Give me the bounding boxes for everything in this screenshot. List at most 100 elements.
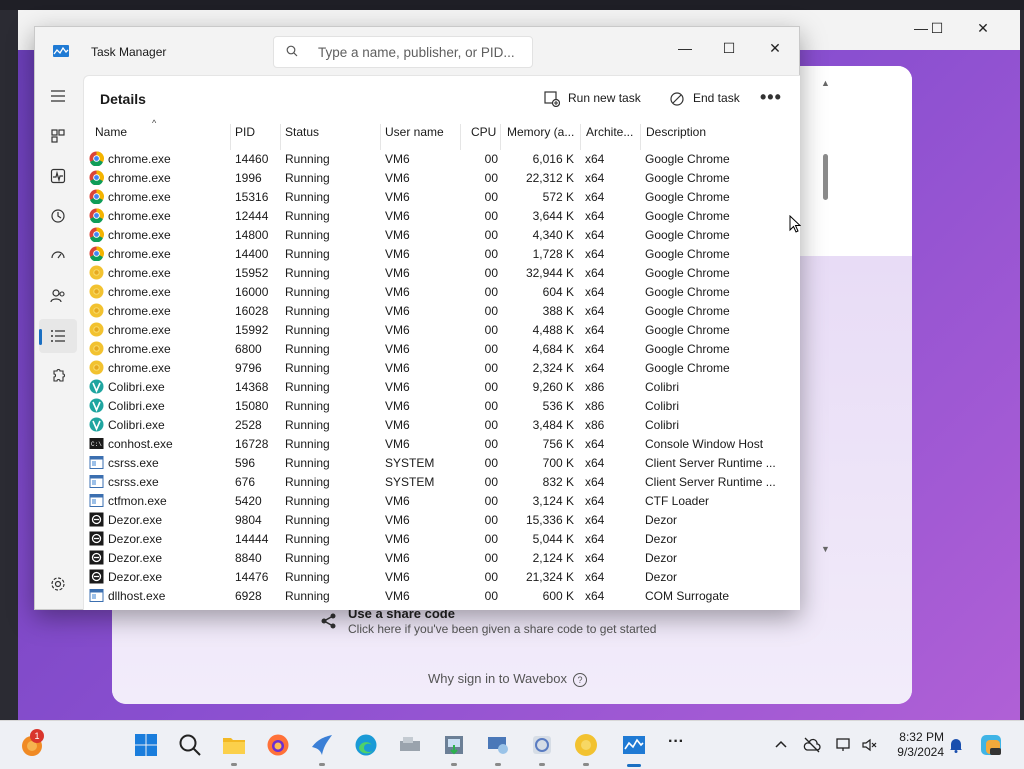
process-cpu: 00 bbox=[484, 190, 498, 204]
tools-icon[interactable] bbox=[530, 733, 554, 757]
column-divider[interactable] bbox=[580, 124, 581, 150]
cloud-offline-icon[interactable] bbox=[803, 736, 821, 754]
table-row[interactable]: chrome.exe 15952 Running VM6 00 32,944 K x64 Go… bbox=[84, 263, 784, 282]
column-header-cpu[interactable]: CPU bbox=[471, 125, 496, 147]
wavebox-maximize-button[interactable]: ☐ bbox=[922, 20, 952, 37]
column-header-description[interactable]: Description bbox=[646, 125, 706, 147]
network-device-icon[interactable] bbox=[398, 733, 422, 757]
table-row[interactable]: chrome.exe 1996 Running VM6 00 22,312 K x64 Goo… bbox=[84, 168, 784, 187]
table-row[interactable]: Dezor.exe 9804 Running VM6 00 15,336 K x64 Dezo… bbox=[84, 510, 784, 529]
table-row[interactable]: chrome.exe 16000 Running VM6 00 604 K x64 Googl… bbox=[84, 282, 784, 301]
table-row[interactable]: chrome.exe 15992 Running VM6 00 4,488 K x64 Goo… bbox=[84, 320, 784, 339]
chrome-yellow-icon bbox=[89, 322, 104, 337]
table-row[interactable]: Colibri.exe 2528 Running VM6 00 3,484 K x86 Col… bbox=[84, 415, 784, 434]
process-pid: 6928 bbox=[235, 589, 262, 603]
maximize-button[interactable]: ☐ bbox=[709, 33, 749, 63]
process-cpu: 00 bbox=[484, 399, 498, 413]
colibri-bird-icon[interactable] bbox=[310, 733, 334, 757]
table-row[interactable]: Dezor.exe 14476 Running VM6 00 21,324 K x64 Dez… bbox=[84, 567, 784, 586]
table-row[interactable]: Colibri.exe 14368 Running VM6 00 9,260 K x86 Co… bbox=[84, 377, 784, 396]
notification-bell-icon[interactable] bbox=[947, 736, 965, 754]
vertical-scrollbar[interactable]: ▲ ▼ bbox=[820, 78, 832, 560]
table-row[interactable]: chrome.exe 6800 Running VM6 00 4,684 K x64 Goog… bbox=[84, 339, 784, 358]
column-header-memory[interactable]: Memory (a... bbox=[507, 125, 574, 147]
process-pid: 16000 bbox=[235, 285, 269, 299]
process-user: VM6 bbox=[385, 342, 410, 356]
search-input[interactable] bbox=[318, 43, 523, 61]
minimize-button[interactable]: — bbox=[665, 33, 705, 63]
nav-performance[interactable] bbox=[39, 159, 77, 193]
close-button[interactable]: ✕ bbox=[755, 33, 795, 63]
search-icon[interactable] bbox=[178, 733, 202, 757]
process-cpu: 00 bbox=[484, 570, 498, 584]
file-explorer-icon[interactable] bbox=[222, 733, 246, 757]
table-row[interactable]: chrome.exe 14800 Running VM6 00 4,340 K x64 Goo… bbox=[84, 225, 784, 244]
table-row[interactable]: Dezor.exe 8840 Running VM6 00 2,124 K x64 Dezor bbox=[84, 548, 784, 567]
copilot-icon[interactable] bbox=[980, 734, 1002, 756]
nav-services[interactable] bbox=[39, 359, 77, 393]
chrome-red-icon bbox=[89, 208, 104, 223]
nav-details[interactable] bbox=[39, 319, 77, 353]
nav-settings[interactable] bbox=[39, 567, 77, 601]
chrome-red-icon bbox=[89, 227, 104, 242]
column-header-pid[interactable]: PID bbox=[235, 125, 255, 147]
table-row[interactable]: chrome.exe 12444 Running VM6 00 3,644 K x64 Goo… bbox=[84, 206, 784, 225]
column-divider[interactable] bbox=[280, 124, 281, 150]
process-user: VM6 bbox=[385, 551, 410, 565]
process-status: Running bbox=[285, 399, 330, 413]
chevron-up-icon[interactable] bbox=[772, 736, 790, 754]
column-header-user-name[interactable]: User name bbox=[385, 125, 444, 147]
table-row[interactable]: Dezor.exe 14444 Running VM6 00 5,044 K x64 Dezo… bbox=[84, 529, 784, 548]
column-divider[interactable] bbox=[230, 124, 231, 150]
process-user: VM6 bbox=[385, 513, 410, 527]
network-icon[interactable] bbox=[835, 736, 853, 754]
table-row[interactable]: chrome.exe 9796 Running VM6 00 2,324 K x64 Goog… bbox=[84, 358, 784, 377]
system-clock[interactable]: 8:32 PM 9/3/2024 bbox=[886, 730, 944, 760]
table-row[interactable]: dllhost.exe 6928 Running VM6 00 600 K x64 COM S… bbox=[84, 586, 784, 605]
running-indicator bbox=[319, 763, 325, 766]
scrollbar-thumb[interactable] bbox=[823, 154, 828, 200]
column-divider[interactable] bbox=[640, 124, 641, 150]
column-header-architecture[interactable]: Archite... bbox=[586, 125, 633, 147]
scroll-down-icon[interactable]: ▼ bbox=[821, 544, 830, 554]
column-divider[interactable] bbox=[380, 124, 381, 150]
task-manager-icon[interactable] bbox=[622, 733, 646, 757]
edge-icon[interactable] bbox=[354, 733, 378, 757]
table-row[interactable]: ctfmon.exe 5420 Running VM6 00 3,124 K x64 CTF … bbox=[84, 491, 784, 510]
table-row[interactable]: csrss.exe 676 Running SYSTEM 00 832 K x64 Clien… bbox=[84, 472, 784, 491]
process-user: VM6 bbox=[385, 152, 410, 166]
search-box[interactable] bbox=[273, 36, 533, 68]
remote-desktop-icon[interactable] bbox=[486, 733, 510, 757]
table-row[interactable]: chrome.exe 14400 Running VM6 00 1,728 K x64 Goo… bbox=[84, 244, 784, 263]
table-row[interactable]: C:\ conhost.exe 16728 Running VM6 00 756 K x64 C… bbox=[84, 434, 784, 453]
table-row[interactable]: csrss.exe 596 Running SYSTEM 00 700 K x64 Clien… bbox=[84, 453, 784, 472]
chrome-yellow-icon[interactable] bbox=[574, 733, 598, 757]
hamburger-menu-button[interactable] bbox=[39, 79, 77, 113]
windows-start-icon[interactable] bbox=[134, 733, 158, 757]
scroll-up-icon[interactable]: ▲ bbox=[821, 78, 830, 88]
more-options-button[interactable]: ••• bbox=[760, 87, 782, 108]
nav-startup-apps[interactable] bbox=[39, 239, 77, 273]
process-cpu: 00 bbox=[484, 228, 498, 242]
chrome-yellow-icon bbox=[89, 360, 104, 375]
process-pid: 12444 bbox=[235, 209, 269, 223]
nav-processes[interactable] bbox=[39, 119, 77, 153]
column-header-status[interactable]: Status bbox=[285, 125, 319, 147]
volume-muted-icon[interactable] bbox=[860, 736, 878, 754]
table-row[interactable]: chrome.exe 15316 Running VM6 00 572 K x64 Googl… bbox=[84, 187, 784, 206]
wavebox-close-button[interactable]: ✕ bbox=[968, 20, 998, 37]
column-header-name[interactable]: Name bbox=[95, 125, 127, 147]
why-sign-in-link[interactable]: Why sign in to Wavebox? bbox=[428, 671, 587, 687]
table-row[interactable]: chrome.exe 16028 Running VM6 00 388 K x64 Googl… bbox=[84, 301, 784, 320]
process-cpu: 00 bbox=[484, 532, 498, 546]
more-apps-icon[interactable]: ··· bbox=[668, 733, 684, 751]
installer-icon[interactable] bbox=[442, 733, 466, 757]
table-row[interactable]: chrome.exe 14460 Running VM6 00 6,016 K x64 Goo… bbox=[84, 149, 784, 168]
nav-app-history[interactable] bbox=[39, 199, 77, 233]
table-row[interactable]: Colibri.exe 15080 Running VM6 00 536 K x86 Coli… bbox=[84, 396, 784, 415]
nav-users[interactable] bbox=[39, 279, 77, 313]
process-name: conhost.exe bbox=[108, 437, 173, 451]
firefox-icon[interactable] bbox=[266, 733, 290, 757]
column-divider[interactable] bbox=[460, 124, 461, 150]
column-divider[interactable] bbox=[500, 124, 501, 150]
